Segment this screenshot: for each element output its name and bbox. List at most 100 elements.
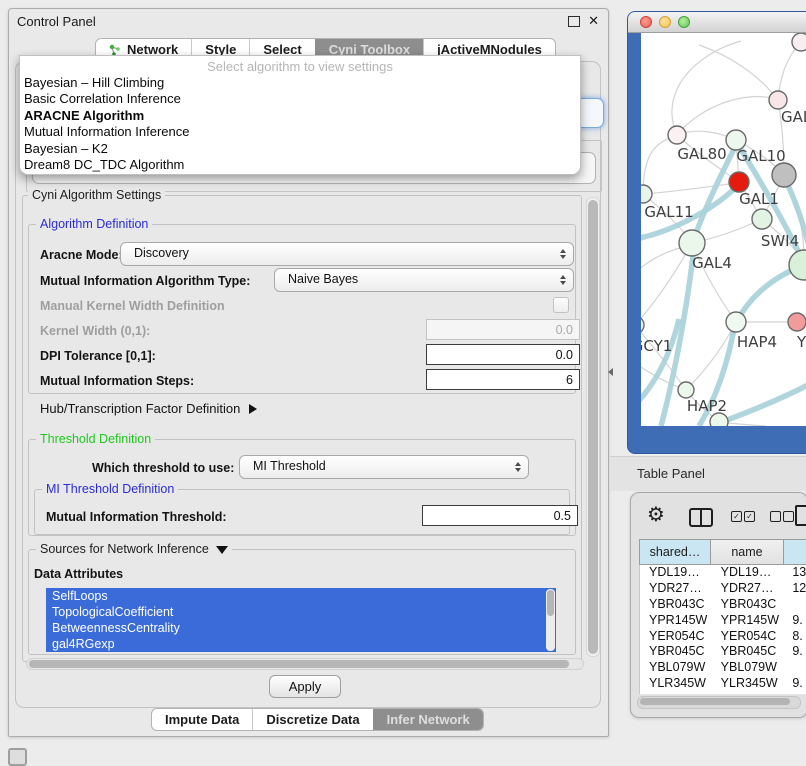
column-header[interactable]: name (711, 540, 784, 564)
network-node-hap2[interactable] (678, 382, 694, 398)
select-all-icon-2[interactable]: ✓ (744, 511, 755, 522)
kernel-width-field[interactable] (426, 319, 580, 340)
which-threshold-combo[interactable]: MI Threshold (239, 455, 529, 479)
network-node-gal1[interactable] (729, 172, 749, 192)
network-node-mid-green[interactable] (752, 209, 772, 229)
network-node-label: SWI4 (761, 232, 799, 250)
hub-definition-label: Hub/Transcription Factor Definition (40, 401, 240, 416)
mi-algorithm-type-label: Mutual Information Algorithm Type: (40, 274, 250, 288)
column-header[interactable]: shared… (639, 540, 711, 564)
attribute-item[interactable]: gal4RGexp (46, 636, 556, 652)
table-row[interactable]: YBR043CYBR043C (640, 597, 806, 613)
algorithm-option[interactable]: Bayesian – Hill Climbing (24, 75, 576, 91)
table-settings-gear-icon[interactable]: ⚙ (647, 502, 665, 527)
which-threshold-value: MI Threshold (253, 459, 326, 473)
minimize-window-icon[interactable] (659, 16, 671, 28)
table-panel-titlebar: Table Panel (610, 456, 806, 491)
mi-threshold-definition-title: MI Threshold Definition (42, 482, 178, 496)
tab-infer-network[interactable]: Infer Network (373, 709, 483, 730)
network-node-salmon[interactable] (788, 313, 806, 331)
deselect-all-icon[interactable] (770, 511, 781, 522)
minimized-panel-icon[interactable] (8, 748, 27, 766)
tab-impute-data[interactable]: Impute Data (152, 709, 252, 730)
split-table-icon[interactable] (689, 508, 713, 527)
network-canvas[interactable]: GALGAL80GAL10GAL1GAL11SWI4GAL4GCY1HAP4YH… (641, 33, 806, 426)
control-panel-window: Control Panel ✕ Network Style Select Cyn… (8, 8, 609, 737)
network-window-titlebar[interactable] (628, 12, 806, 33)
network-node-gray-hub[interactable] (772, 163, 796, 187)
hub-definition-toggle[interactable]: Hub/Transcription Factor Definition (40, 401, 257, 416)
table-row[interactable]: YLR345WYLR345W9. (640, 676, 806, 692)
settings-vertical-scrollbar[interactable] (586, 197, 600, 657)
table-horizontal-scrollbar[interactable] (637, 696, 801, 709)
algorithm-option[interactable]: ARACNE Algorithm (24, 108, 576, 124)
mi-threshold-field[interactable] (422, 505, 578, 526)
aracne-mode-combo[interactable]: Discovery (120, 242, 574, 266)
mi-algorithm-type-value: Naive Bayes (288, 272, 358, 286)
manual-kernel-width-checkbox[interactable] (553, 297, 569, 313)
attribute-item[interactable]: TopologicalCoefficient (46, 604, 556, 620)
network-node-swi4[interactable] (789, 250, 806, 280)
aracne-mode-label: Aracne Mode: (40, 248, 123, 262)
table-header: shared…nameA (639, 539, 806, 565)
mi-algorithm-type-combo[interactable]: Naive Bayes (274, 268, 574, 292)
combo-arrows-icon (515, 462, 521, 472)
select-all-icon[interactable]: ✓ (731, 511, 742, 522)
network-edge (677, 97, 778, 135)
network-node-hap4[interactable] (726, 312, 746, 332)
table-row[interactable]: YPR145WYPR145W9. (640, 613, 806, 629)
column-header[interactable]: A (784, 540, 806, 564)
threshold-definition-title: Threshold Definition (36, 432, 155, 446)
settings-group-title: Cyni Algorithm Settings (28, 188, 165, 202)
mi-steps-field[interactable] (426, 369, 580, 390)
algorithm-option[interactable]: Bayesian – K2 (24, 141, 576, 157)
float-panel-icon[interactable] (568, 16, 580, 27)
network-node-gal11[interactable] (641, 185, 652, 203)
table-row[interactable]: YBR045CYBR045C9. (640, 644, 806, 660)
table-row[interactable]: YBL079WYBL079W (640, 660, 806, 676)
data-attributes-list[interactable]: SelfLoopsTopologicalCoefficientBetweenne… (46, 588, 556, 652)
network-canvas-svg: GALGAL80GAL10GAL1GAL11SWI4GAL4GCY1HAP4YH… (641, 33, 806, 426)
tab-label: Infer Network (387, 712, 470, 727)
dpi-tolerance-field[interactable] (426, 344, 580, 365)
network-edge (643, 183, 737, 194)
network-node-label: GAL11 (644, 203, 693, 221)
network-edge (672, 41, 741, 135)
table-panel-window: ⚙ ✓ ✓ shared…nameA YDL19…YDL19…13YDR27…Y… (630, 492, 806, 718)
close-panel-icon[interactable]: ✕ (588, 13, 599, 29)
close-window-icon[interactable] (640, 16, 652, 28)
network-icon (109, 44, 121, 56)
attributes-scrollbar[interactable] (546, 589, 555, 651)
sources-group-title[interactable]: Sources for Network Inference (36, 542, 232, 556)
tab-label: Discretize Data (266, 712, 359, 727)
which-threshold-label: Which threshold to use: (92, 461, 234, 475)
kernel-width-label: Kernel Width (0,1): (40, 324, 150, 338)
panel-splitter-handle[interactable] (608, 368, 613, 376)
network-node-label: GAL4 (692, 254, 732, 272)
table-row[interactable]: YER054CYER054C8. (640, 629, 806, 645)
network-node-gal4[interactable] (679, 230, 705, 256)
attribute-item[interactable]: BetweennessCentrality (46, 620, 556, 636)
tab-discretize-data[interactable]: Discretize Data (252, 709, 372, 730)
algorithm-option[interactable]: Basic Correlation Inference (24, 91, 576, 107)
algorithm-option[interactable]: Mutual Information Inference (24, 124, 576, 140)
table-row[interactable]: YDL19…YDL19…13 (640, 565, 806, 581)
network-node-gcy1[interactable] (641, 316, 644, 334)
deselect-all-icon-2[interactable] (783, 511, 794, 522)
table-row[interactable]: YDR27…YDR27…12 (640, 581, 806, 597)
combo-arrows-icon (560, 275, 566, 285)
network-node-gal-pink[interactable] (769, 91, 787, 109)
table-panel-title: Table Panel (637, 466, 705, 481)
table-row[interactable]: YIL052CYIL052C9. (640, 692, 806, 694)
apply-button[interactable]: Apply (269, 675, 341, 698)
zoom-window-icon[interactable] (678, 16, 690, 28)
algorithm-option[interactable]: Dream8 DC_TDC Algorithm (24, 157, 576, 173)
attribute-item[interactable]: SelfLoops (46, 588, 556, 604)
settings-horizontal-scrollbar[interactable] (26, 658, 584, 670)
network-node-label: GAL10 (736, 147, 785, 165)
network-node-top-right[interactable] (792, 33, 806, 51)
network-node-label: HAP2 (687, 397, 727, 415)
export-table-icon[interactable] (795, 505, 806, 526)
cyni-bottom-tabs: Impute Data Discretize Data Infer Networ… (151, 708, 484, 731)
network-node-gal80[interactable] (668, 126, 686, 144)
